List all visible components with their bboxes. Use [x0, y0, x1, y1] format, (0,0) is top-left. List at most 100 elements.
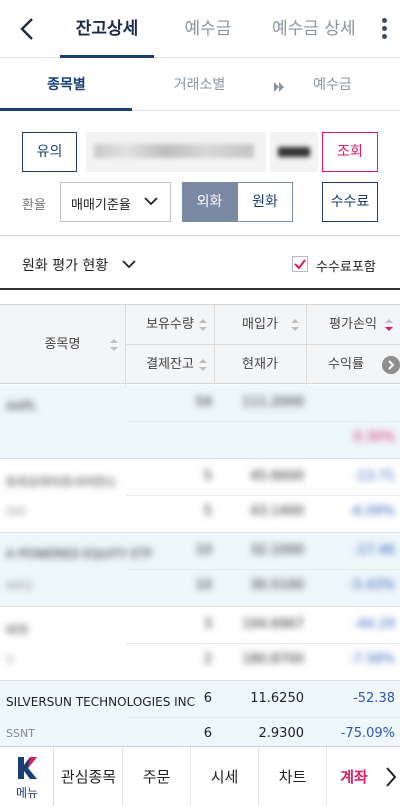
chevron-down-icon[interactable]	[122, 257, 136, 271]
table-row[interactable]: 트리오라이프사이언스 HHI 5 45.6600 -13.71 5 43.1400 -6.09…	[0, 459, 400, 533]
currency-foreign-toggle[interactable]: 외화	[182, 182, 237, 222]
header-buy-price[interactable]: 매입가	[214, 305, 306, 344]
header-settle-qty[interactable]: 결제잔고	[126, 345, 214, 384]
stock-name-cell: SILVERSUN TECHNOLOGIES INC SSNT	[0, 681, 195, 755]
nav-account[interactable]: 계좌	[327, 747, 381, 806]
caution-button[interactable]: 유의	[22, 132, 77, 172]
nav-chart[interactable]: 차트	[259, 747, 327, 806]
more-options-icon[interactable]	[377, 15, 391, 43]
masked-account-number	[94, 144, 254, 158]
masked-password	[278, 147, 310, 157]
current-price: 180.8700	[241, 652, 304, 667]
subtab-by-exchange[interactable]: 거래소별	[133, 59, 266, 111]
return-rate: 0.30%	[353, 430, 395, 445]
settle-qty: 2	[203, 652, 212, 667]
eval-pnl: -44.29	[353, 617, 395, 632]
chevron-down-icon	[144, 197, 158, 206]
table-row[interactable]: AAPL 54 111.2000 0.30%	[0, 385, 400, 459]
return-rate: -7.58%	[349, 652, 395, 667]
tab-balance-detail[interactable]: 잔고상세	[60, 0, 154, 58]
currency-krw-toggle[interactable]: 원화	[237, 182, 293, 222]
checkmark-icon	[294, 259, 306, 270]
table-top-border	[0, 288, 400, 290]
buy-price: 32.1000	[250, 543, 304, 558]
nav-watchlist[interactable]: 관심종목	[55, 747, 123, 806]
eval-pnl: -13.71	[353, 469, 395, 484]
holding-qty: 5	[203, 469, 212, 484]
header-qty[interactable]: 보유수량	[126, 305, 214, 344]
table-row[interactable]: 비자 V 3 194.6967 -44.29 2 180.8700 -7.58%	[0, 607, 400, 681]
buy-price: 111.2000	[241, 395, 304, 410]
subtab-by-stock[interactable]: 종목별	[0, 59, 133, 111]
header-stock-name-label: 종목명	[44, 337, 81, 352]
current-price: 43.1400	[250, 504, 304, 519]
chevron-right-icon[interactable]	[384, 765, 398, 789]
header-stock-name[interactable]: 종목명	[0, 305, 126, 385]
header-buy-price-label: 매입가	[242, 317, 278, 332]
nav-order[interactable]: 주문	[123, 747, 191, 806]
header-qty-label: 보유수량	[146, 317, 194, 332]
fee-include-checkbox[interactable]	[292, 256, 308, 272]
stock-ticker: HHI	[6, 505, 26, 518]
stock-name-cell: A POWERED EQUITY ETF AIEQ	[0, 533, 153, 607]
holding-qty: 3	[203, 617, 212, 632]
bottom-nav: 메뉴 관심종목 주문 시세 차트 계좌	[0, 746, 400, 806]
settle-qty: 5	[203, 504, 212, 519]
top-header: 잔고상세 예수금 예수금 상세	[0, 0, 400, 92]
stock-ticker: V	[6, 653, 14, 666]
buy-price: 11.6250	[250, 691, 304, 706]
header-cur-price[interactable]: 현재가	[214, 345, 306, 384]
scroll-right-icon[interactable]	[382, 356, 400, 374]
stock-name-cell: AAPL	[0, 385, 126, 459]
stock-name-cell: 트리오라이프사이언스 HHI	[0, 459, 126, 533]
menu-button[interactable]: 메뉴	[0, 747, 54, 806]
sort-icon	[291, 319, 299, 331]
fx-rate-label: 환율	[22, 198, 46, 213]
sort-icon	[199, 359, 207, 371]
sort-desc-icon	[385, 319, 393, 331]
stock-ticker: SSNT	[6, 727, 35, 740]
tab-deposit-detail[interactable]: 예수금 상세	[272, 0, 368, 92]
holding-qty: 54	[195, 395, 212, 410]
stock-name: 비자	[6, 623, 29, 637]
stock-name: 트리오라이프사이언스	[6, 475, 117, 489]
current-price: 30.5100	[250, 578, 304, 593]
sort-icon	[110, 339, 118, 351]
header-pnl-label: 평가손익	[329, 317, 377, 332]
header-settle-qty-label: 결제잔고	[146, 357, 194, 372]
buy-price: 45.6600	[250, 469, 304, 484]
table-header: 종목명 보유수량 매입가 평가손익 결제잔고 현재가 수익률	[0, 304, 400, 385]
tab-deposit[interactable]: 예수금	[166, 0, 250, 58]
settle-qty: 10	[195, 578, 212, 593]
stock-ticker: AIEQ	[6, 579, 33, 592]
header-pnl[interactable]: 평가손익	[306, 305, 400, 344]
subtab-deposit[interactable]: 예수금	[266, 59, 399, 111]
table-row[interactable]: SILVERSUN TECHNOLOGIES INC SSNT 6 11.6250 -5…	[0, 681, 400, 755]
buy-price: 194.6967	[241, 617, 304, 632]
account-password-field[interactable]	[270, 132, 318, 172]
return-rate: -6.09%	[349, 504, 395, 519]
menu-label: 메뉴	[15, 786, 39, 800]
fx-rate-select[interactable]: 매매기준율	[60, 182, 171, 222]
table-row[interactable]: A POWERED EQUITY ETF AIEQ 10 32.1000 -17.46 1…	[0, 533, 400, 607]
stock-name-cell: 비자 V	[0, 607, 126, 681]
active-tab-indicator	[60, 55, 154, 58]
fx-rate-select-value: 매매기준율	[71, 198, 131, 213]
holding-qty: 10	[195, 543, 212, 558]
sort-icon	[199, 319, 207, 331]
header-return[interactable]: 수익률	[306, 345, 386, 384]
stock-name: AAPL	[6, 399, 37, 413]
eval-pnl: -52.38	[353, 691, 395, 706]
krw-evaluation-title[interactable]: 원화 평가 현황	[22, 255, 108, 275]
fee-include-label: 수수료포함	[316, 260, 376, 275]
search-button[interactable]: 조회	[322, 132, 378, 172]
eval-pnl: -17.46	[353, 543, 395, 558]
settle-qty: 6	[203, 726, 212, 741]
fee-button[interactable]: 수수료	[322, 182, 378, 222]
return-rate: -5.43%	[349, 578, 395, 593]
k-logo-icon	[18, 757, 37, 779]
nav-quote[interactable]: 시세	[191, 747, 259, 806]
tab-deposit-detail-label: 예수금 상세	[272, 19, 356, 39]
account-number-field[interactable]	[86, 132, 266, 172]
back-arrow-icon[interactable]	[14, 14, 42, 44]
